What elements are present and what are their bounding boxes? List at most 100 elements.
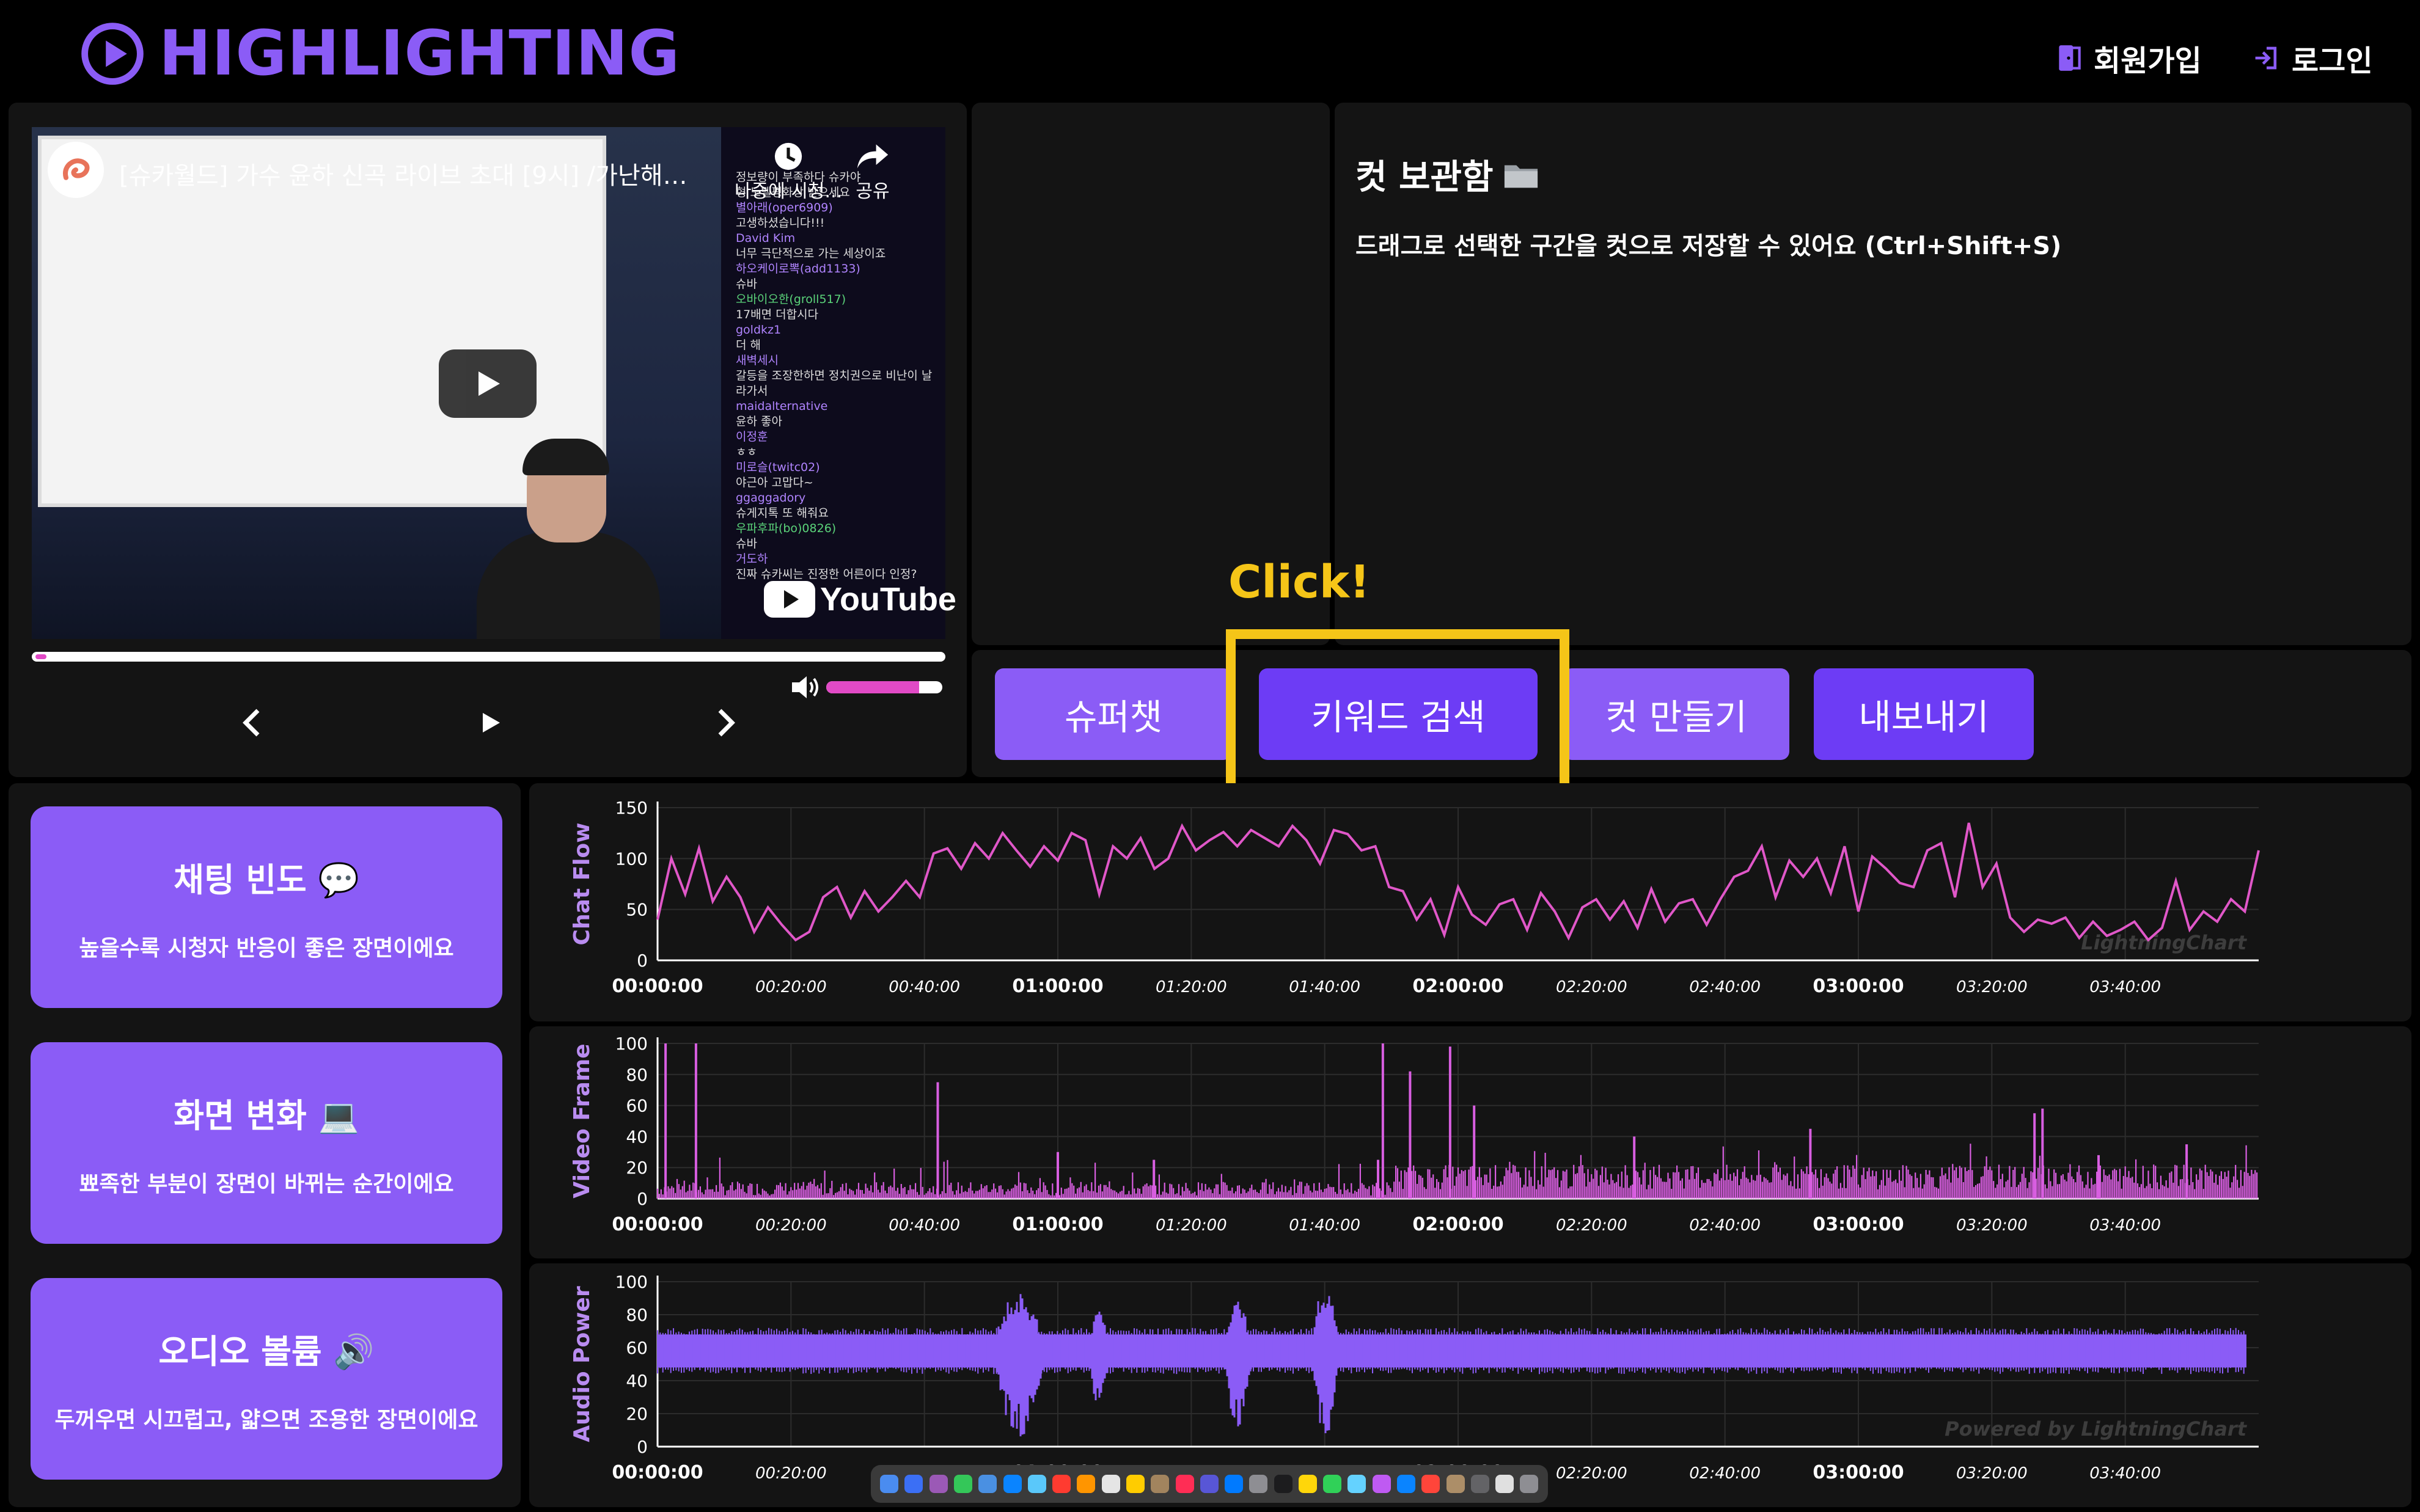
dock-app-icon[interactable] — [1470, 1475, 1489, 1493]
superchat-button[interactable]: 슈퍼챗 — [995, 668, 1232, 760]
dock-app-icon[interactable] — [1101, 1475, 1120, 1493]
speech-bubble-icon: 💬 — [318, 860, 359, 899]
y-axis-label: Chat Flow — [570, 822, 595, 945]
dock-app-icon[interactable] — [904, 1475, 923, 1493]
channel-avatar[interactable] — [48, 142, 104, 198]
dock-app-icon[interactable] — [1027, 1475, 1046, 1493]
metric-card[interactable]: 채팅 빈도 💬 높을수록 시청자 반응이 좋은 장면이에요 — [31, 806, 502, 1008]
prev-button[interactable] — [240, 707, 264, 740]
share-label: 공유 — [856, 181, 890, 202]
x-tick-label: 03:40:00 — [2089, 978, 2161, 996]
door-icon — [2059, 45, 2081, 71]
dock-app-icon[interactable] — [953, 1475, 972, 1493]
dock-app-icon[interactable] — [1126, 1475, 1145, 1493]
sign-in-icon — [2255, 46, 2277, 70]
signup-link[interactable]: 회원가입 — [2056, 37, 2202, 79]
chat-message: 미로슬(twitc02) — [736, 461, 820, 474]
dock-app-icon[interactable] — [1495, 1475, 1514, 1493]
dock-app-icon[interactable] — [1077, 1475, 1096, 1493]
x-tick-label: 02:40:00 — [1689, 1216, 1761, 1235]
y-tick-label: 60 — [626, 1096, 648, 1116]
youtube-watermark[interactable]: YouTube — [764, 580, 956, 618]
chat-flow-chart-panel: 00:00:00 00:20:00 00:40:00 01:00:00 01:20:00… — [529, 783, 2411, 1021]
lightningchart-watermark: Powered by LightningChart — [1945, 1417, 2248, 1441]
metric-card-description: 높을수록 시청자 반응이 좋은 장면이에요 — [79, 935, 454, 961]
y-axis-label: Audio Power — [570, 1286, 595, 1442]
youtube-logo-icon — [764, 581, 815, 618]
x-tick-label: 00:20:00 — [755, 1464, 827, 1483]
chat-message: 거도하 — [736, 552, 768, 566]
y-tick-label: 40 — [626, 1371, 648, 1391]
export-button[interactable]: 내보내기 — [1814, 668, 2034, 760]
audio-loud-segment — [992, 1294, 1047, 1437]
chat-message: 하오케이로뽁(add1133) — [736, 262, 860, 276]
x-tick-label: 00:00:00 — [612, 1214, 703, 1235]
dock-app-icon[interactable] — [1421, 1475, 1440, 1493]
x-tick-label: 01:40:00 — [1289, 1216, 1360, 1235]
watch-later-label: 나중에 시청... — [735, 181, 843, 202]
play-pause-button[interactable] — [479, 710, 501, 737]
x-tick-label: 00:00:00 — [612, 976, 703, 997]
chat-message: 슈바 — [736, 537, 757, 550]
x-tick-label: 03:00:00 — [1813, 1462, 1904, 1483]
dock-app-icon[interactable] — [1151, 1475, 1170, 1493]
volume-slider[interactable] — [826, 681, 942, 693]
share-button[interactable]: 공유 — [856, 141, 890, 203]
login-label: 로그인 — [2292, 44, 2373, 78]
chevron-right-icon — [718, 709, 735, 737]
dock-app-icon[interactable] — [1446, 1475, 1465, 1493]
dock-app-icon[interactable] — [1274, 1475, 1292, 1493]
dock-app-icon[interactable] — [929, 1475, 948, 1493]
y-tick-label: 20 — [626, 1158, 648, 1178]
x-tick-label: 03:20:00 — [1956, 1216, 2028, 1235]
mute-button[interactable] — [790, 673, 821, 704]
metric-card[interactable]: 화면 변화 💻 뾰족한 부분이 장면이 바뀌는 순간이에요 — [31, 1042, 502, 1244]
x-tick-label: 01:00:00 — [1012, 976, 1103, 997]
live-chat-overlay: 정보량이 부족하다 슈카야 형 노벨평화상 받으세요 별아래(oper6909) 고생… — [721, 127, 945, 639]
dock-app-icon[interactable] — [880, 1475, 899, 1493]
dock-app-icon[interactable] — [1052, 1475, 1071, 1493]
dock-app-icon[interactable] — [1249, 1475, 1268, 1493]
dock-app-icon[interactable] — [1175, 1475, 1194, 1493]
app-logo[interactable]: HIGHLIGHTING — [79, 17, 680, 90]
video-frame-chart[interactable]: 00:00:00 00:20:00 00:40:00 01:00:00 01:20:00… — [529, 1026, 2411, 1258]
watch-later-button[interactable]: 나중에 시청... — [735, 141, 842, 203]
volume-icon — [792, 676, 818, 698]
video-frame-chart-panel: 00:00:00 00:20:00 00:40:00 01:00:00 01:20:00… — [529, 1026, 2411, 1258]
signup-label: 회원가입 — [2094, 44, 2202, 78]
dock-app-icon[interactable] — [1520, 1475, 1539, 1493]
tutorial-highlight-box — [1226, 629, 1569, 795]
video-title[interactable]: [슈카월드] 가수 윤하 신곡 라이브 초대 [9시] /가난해진... — [119, 156, 688, 191]
make-cut-button[interactable]: 컷 만들기 — [1563, 668, 1789, 760]
dock-app-icon[interactable] — [1200, 1475, 1219, 1493]
shrimp-icon — [63, 158, 90, 180]
dock-app-icon[interactable] — [1397, 1475, 1416, 1493]
x-tick-label: 02:20:00 — [1556, 978, 1627, 996]
chevron-left-icon — [243, 709, 260, 737]
dock-app-icon[interactable] — [1372, 1475, 1391, 1493]
play-icon — [483, 713, 500, 732]
x-tick-label: 02:20:00 — [1556, 1464, 1627, 1483]
chat-flow-chart[interactable]: 00:00:00 00:20:00 00:40:00 01:00:00 01:20:00… — [529, 783, 2411, 1021]
dock-app-icon[interactable] — [1225, 1475, 1244, 1493]
dock-app-icon[interactable] — [1298, 1475, 1317, 1493]
dock-app-icon[interactable] — [1348, 1475, 1366, 1493]
x-tick-label: 03:00:00 — [1813, 976, 1904, 997]
video-play-button[interactable] — [439, 349, 537, 418]
chat-message: 고생하셨습니다!!! — [736, 216, 825, 230]
dock-app-icon[interactable] — [978, 1475, 997, 1493]
x-tick-label: 02:40:00 — [1689, 978, 1761, 996]
logo-text: HIGHLIGHTING — [159, 17, 681, 90]
next-button[interactable] — [714, 707, 738, 740]
chat-message: 슈바 — [736, 277, 757, 291]
chat-message: 우파후파(bo)0826) — [736, 522, 837, 535]
dock-app-icon[interactable] — [1323, 1475, 1342, 1493]
metric-card-description: 두꺼우면 시끄럽고, 얇으면 조용한 장면이에요 — [54, 1407, 479, 1433]
dock-app-icon[interactable] — [1003, 1475, 1022, 1493]
login-link[interactable]: 로그인 — [2253, 37, 2372, 79]
x-tick-label: 02:00:00 — [1412, 1214, 1503, 1235]
macos-dock[interactable] — [871, 1465, 1548, 1503]
cut-box-title-text: 컷 보관함 — [1355, 158, 1494, 197]
metric-card[interactable]: 오디오 볼륨 🔊 두꺼우면 시끄럽고, 얇으면 조용한 장면이에요 — [31, 1278, 502, 1480]
video-progress-bar[interactable] — [32, 652, 945, 662]
